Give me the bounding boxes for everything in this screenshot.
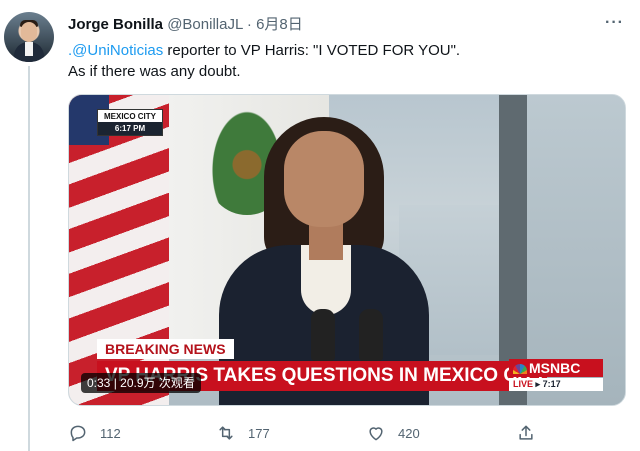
- microphone: [311, 309, 335, 361]
- tweet-date[interactable]: 6月8日: [256, 16, 303, 33]
- tweet-header: Jorge Bonilla @BonillaJL · 6月8日: [68, 13, 303, 34]
- location-tag: MEXICO CITY 6:17 PM: [97, 109, 163, 136]
- retweet-count: 177: [248, 425, 270, 441]
- tweet-text: .@UniNoticias reporter to VP Harris: "I …: [68, 40, 628, 82]
- breaking-news-label: BREAKING NEWS: [97, 339, 234, 359]
- like-button[interactable]: 420: [366, 420, 420, 446]
- reply-count: 112: [100, 425, 121, 441]
- author-handle[interactable]: @BonillaJL: [167, 16, 243, 33]
- thread-line: [28, 66, 30, 451]
- video-duration: 0:33: [87, 376, 111, 390]
- retweet-icon: [216, 423, 236, 443]
- like-icon: [366, 423, 386, 443]
- network-name: MSNBC: [529, 360, 581, 376]
- separator: ·: [246, 16, 252, 33]
- live-label: LIVE: [513, 379, 534, 389]
- reply-button[interactable]: 112: [68, 420, 121, 446]
- avatar[interactable]: [4, 12, 54, 62]
- more-icon[interactable]: ···: [605, 14, 624, 32]
- live-bar: LIVE ▸ 7:17: [509, 378, 603, 391]
- tweet-actions: 112 177 420: [68, 420, 538, 446]
- live-time: 7:17: [542, 379, 561, 389]
- tweet-text-line1: reporter to VP Harris: "I VOTED FOR YOU"…: [163, 42, 461, 59]
- mention-link[interactable]: .@UniNoticias: [68, 42, 163, 59]
- tweet-text-line2: As if there was any doubt.: [68, 63, 241, 80]
- share-icon: [516, 423, 536, 443]
- like-count: 420: [398, 425, 420, 441]
- location-name: MEXICO CITY: [103, 112, 156, 121]
- video-views: 20.9万 次观看: [120, 376, 195, 390]
- author-name[interactable]: Jorge Bonilla: [68, 16, 163, 33]
- reply-icon: [68, 423, 88, 443]
- location-time: 6:17 PM: [98, 122, 162, 135]
- share-button[interactable]: [516, 420, 548, 446]
- microphone: [359, 309, 383, 361]
- network-logo: MSNBC: [509, 359, 603, 377]
- retweet-button[interactable]: 177: [216, 420, 270, 446]
- video-stats: 0:33 | 20.9万 次观看: [81, 373, 201, 393]
- video-player[interactable]: MEXICO CITY 6:17 PM BREAKING NEWS VP HAR…: [68, 94, 626, 406]
- peacock-logo: [513, 364, 527, 374]
